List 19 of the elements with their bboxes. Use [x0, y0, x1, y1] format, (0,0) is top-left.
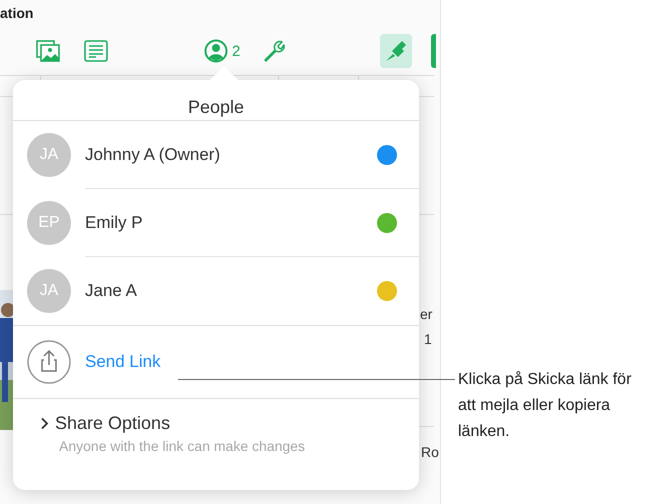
share-icon[interactable] [27, 340, 71, 384]
callout-text: Klicka på Skicka länk för att mejla eller kopiera länken. [458, 370, 632, 442]
paintbrush-icon [384, 39, 408, 63]
image-icon [36, 40, 60, 62]
share-description: Anyone with the link can make changes [59, 438, 305, 454]
background-text: Ro [421, 444, 439, 460]
popover-title: People [188, 96, 244, 119]
text-box-icon [84, 40, 108, 62]
toolbar-button[interactable] [380, 34, 412, 68]
share-options-button[interactable]: Share Options [40, 413, 170, 434]
person-name: Emily P [85, 213, 143, 233]
background-text: er [420, 306, 432, 322]
wrench-icon [262, 39, 286, 63]
chevron-icon [40, 417, 49, 430]
person-icon [204, 39, 228, 63]
person-name: Jane A [85, 281, 137, 301]
person-name: Johnny A (Owner) [85, 145, 220, 165]
window-title: ation [0, 5, 34, 21]
background-text: 1 [424, 331, 432, 347]
